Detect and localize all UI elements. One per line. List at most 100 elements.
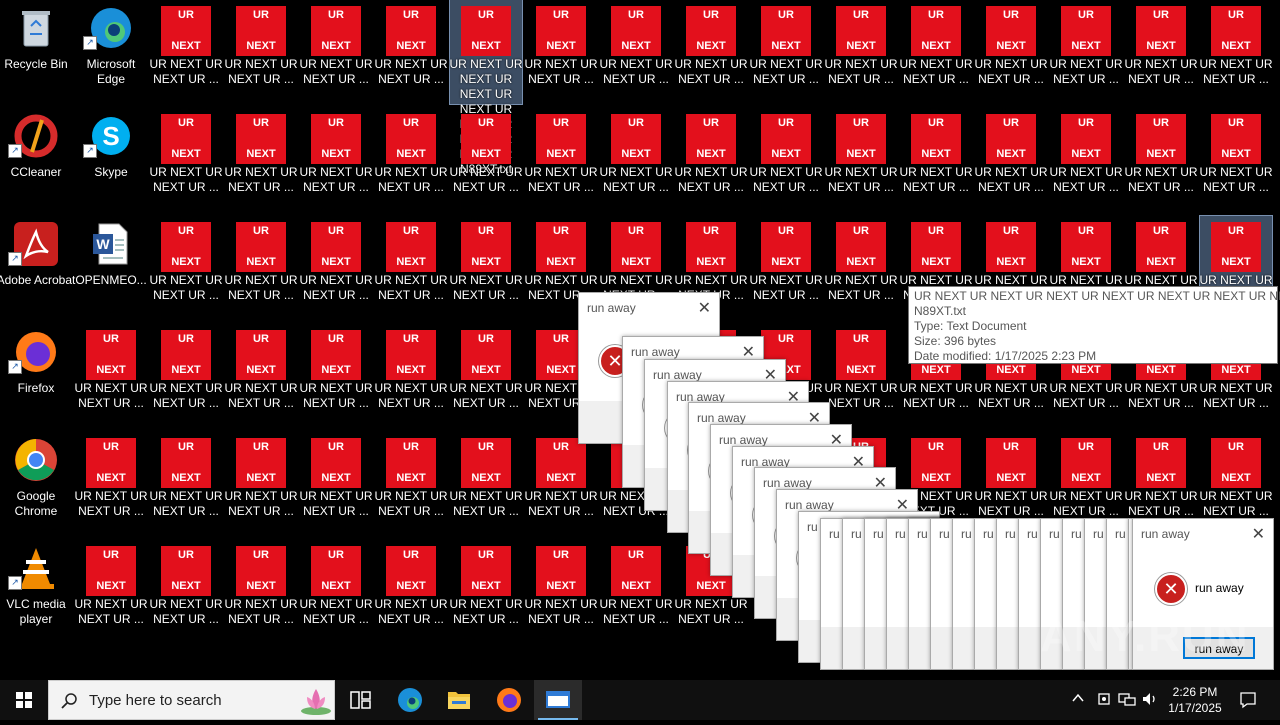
ur-next-file-icon[interactable]: URNEXTUR NEXT URNEXT UR ... <box>149 0 223 104</box>
task-view-button[interactable] <box>336 680 384 720</box>
ur-next-file-icon[interactable]: URNEXTUR NEXT URNEXT UR ... <box>374 540 448 644</box>
ur-next-file-icon[interactable]: URNEXTUR NEXT URNEXT UR ... <box>599 540 673 644</box>
ur-next-file-icon[interactable]: URNEXTUR NEXT URNEXT UR ... <box>74 432 148 536</box>
ur-next-file-icon[interactable]: URNEXTUR NEXT URNEXT UR ... <box>974 108 1048 212</box>
file-label-line1: UR NEXT UR <box>524 597 598 611</box>
taskbar-file-explorer[interactable] <box>435 680 483 720</box>
action-center-button[interactable] <box>1236 690 1260 713</box>
file-label-line2: NEXT UR ... <box>903 72 969 86</box>
ur-next-file-icon[interactable]: URNEXTUR NEXT URNEXT UR ... <box>524 108 598 212</box>
ur-next-file-icon[interactable]: URNEXTUR NEXT URNEXT UR ... <box>824 0 898 104</box>
desktop-icon-google-chrome[interactable]: Google Chrome <box>0 432 72 536</box>
tile-top-text: UR <box>253 441 269 453</box>
ur-next-file-icon[interactable]: URNEXTUR NEXT URNEXT UR ... <box>974 0 1048 104</box>
start-button[interactable] <box>0 680 48 720</box>
network-icon <box>1118 693 1136 706</box>
ur-next-file-icon[interactable]: URNEXTUR NEXT URNEXT UR ... <box>674 0 748 104</box>
ur-next-file-icon[interactable]: URNEXTUR NEXT URNEXT UR ... <box>1049 0 1123 104</box>
desktop-icon-firefox[interactable]: ↗ Firefox <box>0 324 72 428</box>
ur-next-file-icon[interactable]: URNEXTUR NEXT URNEXT UR ... <box>374 0 448 104</box>
file-label: UR NEXT URNEXT UR ... <box>971 57 1051 87</box>
tile-top-text: UR <box>553 117 569 129</box>
ur-next-file-icon[interactable]: URNEXTUR NEXT URNEXT UR ... <box>524 540 598 644</box>
ur-next-file-icon[interactable]: URNEXTUR NEXT URNEXT UR ... <box>749 108 823 212</box>
notification-icon <box>1240 692 1256 709</box>
ur-next-file-icon[interactable]: URNEXTUR NEXT URNEXT UR ... <box>524 432 598 536</box>
ur-next-file-icon[interactable]: URNEXTUR NEXT URNEXT UR ... <box>374 432 448 536</box>
search-box[interactable]: Type here to search <box>48 680 335 720</box>
ur-next-file-icon[interactable]: URNEXTUR NEXT URNEXT UR ... <box>749 0 823 104</box>
desktop-icon-skype[interactable]: S ↗ Skype <box>75 108 147 212</box>
ur-next-file-icon[interactable]: URNEXTUR NEXT URNEXT UR ... <box>149 324 223 428</box>
tile-top-text: UR <box>1003 441 1019 453</box>
ur-next-file-icon[interactable]: URNEXTUR NEXT URNEXT UR ... <box>824 108 898 212</box>
ur-next-file-icon[interactable]: URNEXTUR NEXT URNEXT UR ... <box>74 540 148 644</box>
ur-next-file-icon[interactable]: URNEXTUR NEXT URNEXT UR ... <box>299 432 373 536</box>
ur-next-file-icon[interactable]: URNEXTUR NEXT URNEXT UR ... <box>449 324 523 428</box>
ur-next-file-icon[interactable]: URNEXTUR NEXT URNEXT UR ... <box>299 324 373 428</box>
text-document-thumbnail-icon: UR NEXT <box>1136 438 1186 488</box>
ur-next-file-icon[interactable]: URNEXTUR NEXT URNEXT UR ... <box>224 540 298 644</box>
desktop-icon-microsoft-edge[interactable]: ↗ Microsoft Edge <box>75 0 147 104</box>
ur-next-file-icon[interactable]: URNEXTUR NEXT URNEXT UR ... <box>824 324 898 428</box>
ur-next-file-icon[interactable]: URNEXTUR NEXT URNEXT UR ... <box>599 0 673 104</box>
desktop-icon-word-doc[interactable]: W OPENMEO... <box>75 216 147 320</box>
file-label-line1: UR NEXT UR <box>149 381 223 395</box>
ur-next-file-icon[interactable]: URNEXTUR NEXT URNEXT UR ... <box>374 108 448 212</box>
ur-next-file-icon[interactable]: URNEXTUR NEXT URNEXT UR ... <box>449 108 523 212</box>
file-label-line1: UR NEXT UR <box>899 381 973 395</box>
taskbar-firefox[interactable] <box>485 680 533 720</box>
ur-next-file-icon[interactable]: URNEXTUR NEXT URNEXT UR ... <box>449 540 523 644</box>
close-icon[interactable]: ✕ <box>698 298 711 318</box>
ur-next-file-icon[interactable]: URNEXTUR NEXT URNEXT UR ... <box>149 216 223 320</box>
desktop-icon-adobe-acrobat[interactable]: ↗ Adobe Acrobat <box>0 216 75 320</box>
taskbar-active-app[interactable] <box>534 680 582 720</box>
ur-next-file-icon[interactable]: URNEXTUR NEXT URNEXT UR ... <box>899 108 973 212</box>
ur-next-file-icon[interactable]: URNEXTUR NEXT URNEXT UR ... <box>224 216 298 320</box>
ur-next-file-icon[interactable]: URNEXTUR NEXT URNEXT UR ... <box>224 432 298 536</box>
tile-top-text: UR <box>778 333 794 345</box>
ur-next-file-icon[interactable]: URNEXTUR NEXT URNEXT UR ... <box>449 432 523 536</box>
ur-next-file-icon[interactable]: URNEXTUR NEXT URNEXT UR ... <box>224 0 298 104</box>
text-document-thumbnail-icon: UR NEXT <box>86 546 136 596</box>
tray-volume-icon[interactable] <box>1140 691 1160 710</box>
ur-next-file-icon[interactable]: URNEXTUR NEXT URNEXT UR ... <box>149 540 223 644</box>
ur-next-file-icon[interactable]: URNEXTUR NEXT URNEXT UR ... <box>1124 0 1198 104</box>
file-label: UR NEXT URNEXT UR ... <box>896 381 976 411</box>
ur-next-file-icon[interactable]: URNEXTUR NEXT URNEXT UR ... <box>749 216 823 320</box>
tile-bottom-text: NEXT <box>1221 256 1251 268</box>
ur-next-file-icon[interactable]: URNEXTUR NEXT URNEXT UR ... <box>374 216 448 320</box>
tray-chevron-up-icon[interactable] <box>1068 691 1088 708</box>
ur-next-file-icon[interactable]: URNEXTUR NEXT URNEXT UR ... <box>1199 108 1273 212</box>
ur-next-file-icon[interactable]: URNEXTUR NEXT URNEXT UR ... <box>824 216 898 320</box>
tray-network-icon[interactable] <box>1117 691 1137 710</box>
desktop-icon-recycle-bin[interactable]: Recycle Bin <box>0 0 72 104</box>
ur-next-file-icon[interactable]: URNEXTUR NEXT URNEXT UR ... <box>1199 0 1273 104</box>
ur-next-file-icon[interactable]: URNEXTUR NEXT URNEXT UR ... <box>149 432 223 536</box>
desktop-icon-vlc[interactable]: ↗ VLC media player <box>0 540 72 644</box>
desktop-icon-ccleaner[interactable]: ↗ CCleaner <box>0 108 72 212</box>
ur-next-file-icon[interactable]: URNEXTUR NEXT URNEXT UR ... <box>449 216 523 320</box>
ur-next-file-icon[interactable]: URNEXTUR NEXT URNEXT UR ... <box>524 0 598 104</box>
ur-next-file-icon[interactable]: URNEXTUR NEXT URNEXT UR ... <box>299 540 373 644</box>
ur-next-file-icon[interactable]: URNEXTUR NEXT URNEXT UR ... <box>1124 108 1198 212</box>
ur-next-file-icon[interactable]: URNEXTUR NEXT URNEXT UR ... <box>74 324 148 428</box>
ur-next-file-icon[interactable]: URNEXTUR NEXT URNEXT UR ... <box>224 324 298 428</box>
taskbar-edge[interactable] <box>386 680 434 720</box>
shortcut-arrow-icon: ↗ <box>83 36 97 50</box>
dialog-title-stub: ru <box>1093 527 1104 541</box>
ur-next-file-icon[interactable]: URNEXTUR NEXT URNEXT UR ... <box>299 0 373 104</box>
ur-next-file-icon[interactable]: URNEXTUR NEXT URNEXT UR ... <box>224 108 298 212</box>
ur-next-file-icon[interactable]: URNEXTUR NEXT URNEXT UR ... <box>374 324 448 428</box>
ur-next-file-icon[interactable]: URNEXTUR NEXT URNEXT UR ... <box>299 108 373 212</box>
ur-next-file-icon[interactable]: URNEXTUR NEXT URNEXT UR ... <box>599 108 673 212</box>
ur-next-file-icon[interactable]: URNEXTUR NEXT URNEXT UR ... <box>1049 108 1123 212</box>
ur-next-file-icon[interactable]: URNEXTUR NEXT URNEXT UR ... <box>899 0 973 104</box>
ur-next-file-icon[interactable]: URNEXTUR NEXT URNEXT UR ... <box>674 108 748 212</box>
ur-next-file-icon[interactable]: URNEXTUR NEXT URNEXT UR ... <box>299 216 373 320</box>
tray-device-icon[interactable] <box>1094 691 1114 710</box>
ur-next-file-icon[interactable]: URNEXTUR NEXT URNEXT UR ... <box>149 108 223 212</box>
ur-next-file-icon[interactable]: UR NEXT UR NEXT UR NEXT UR NEXT UR NEXT UR… <box>449 0 523 176</box>
tray-clock[interactable]: 2:26 PM 1/17/2025 <box>1164 684 1226 716</box>
close-icon[interactable]: ✕ <box>1252 524 1265 544</box>
